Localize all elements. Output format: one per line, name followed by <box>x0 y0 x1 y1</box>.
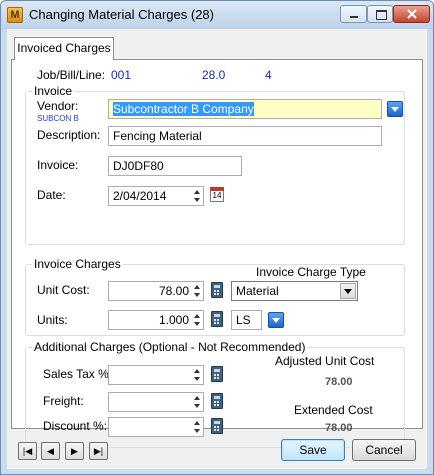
units-field[interactable]: 1.000 <box>108 310 204 330</box>
discount-calculator-icon[interactable] <box>211 418 223 434</box>
job-bill-line-label: Job/Bill/Line: <box>37 68 106 82</box>
units-label: Units: <box>37 313 68 327</box>
invoice-number-field[interactable]: DJ0DF80 <box>108 156 242 176</box>
extended-cost-value: 78.00 <box>325 422 353 434</box>
chevron-down-icon[interactable] <box>340 283 356 299</box>
date-value: 2/04/2014 <box>113 189 167 203</box>
sales-tax-spinner[interactable] <box>193 367 202 383</box>
vendor-value: Subcontractor B Company <box>113 102 254 116</box>
vendor-code: SUBCON B <box>37 114 79 123</box>
close-button[interactable] <box>393 5 430 23</box>
sales-tax-field[interactable] <box>108 365 204 385</box>
next-record-button[interactable]: ▶ <box>65 442 84 460</box>
invoice-charge-type-value: Material <box>236 284 279 298</box>
invoice-charge-type-label: Invoice Charge Type <box>256 265 366 279</box>
close-icon <box>407 9 417 19</box>
invoiced-charges-panel: Job/Bill/Line: 001 28.0 4 Invoice Vendor… <box>11 59 423 448</box>
freight-spinner[interactable] <box>193 394 202 410</box>
unit-cost-label: Unit Cost: <box>37 283 90 297</box>
unit-of-measure-field[interactable]: LS <box>231 310 262 330</box>
discount-spinner[interactable] <box>193 419 202 435</box>
adjusted-unit-cost-label: Adjusted Unit Cost <box>275 354 375 368</box>
vendor-label: Vendor: <box>37 99 79 113</box>
title-bar: M Changing Material Charges (28) <box>1 1 433 29</box>
invoice-charge-type-select[interactable]: Material <box>231 281 358 301</box>
vendor-field[interactable]: Subcontractor B Company <box>108 99 382 119</box>
bill-number: 28.0 <box>202 68 226 82</box>
discount-label: Discount %: <box>43 419 108 433</box>
description-label: Description: <box>37 128 101 142</box>
freight-field[interactable] <box>108 392 204 412</box>
minimize-button[interactable] <box>340 5 367 23</box>
dialog-body: Invoiced Charges Job/Bill/Line: 001 28.0… <box>7 29 427 469</box>
previous-record-button[interactable]: ◀ <box>41 442 60 460</box>
maximize-button[interactable] <box>367 5 393 23</box>
invoice-charges-group-title: Invoice Charges <box>32 257 123 271</box>
save-button[interactable]: Save <box>281 439 345 461</box>
units-calculator-icon[interactable] <box>211 311 223 327</box>
invoice-group-title: Invoice <box>32 84 75 98</box>
date-label: Date: <box>37 188 66 202</box>
invoice-label: Invoice: <box>37 158 79 172</box>
unit-cost-calculator-icon[interactable] <box>211 282 223 298</box>
unit-cost-value: 78.00 <box>158 284 189 298</box>
vendor-lookup-button[interactable] <box>387 101 403 117</box>
sales-tax-calculator-icon[interactable] <box>211 366 223 382</box>
app-icon: M <box>7 7 23 23</box>
description-field[interactable]: Fencing Material <box>108 126 382 146</box>
minimize-icon <box>350 16 358 18</box>
units-spinner[interactable] <box>193 312 202 328</box>
units-value: 1.000 <box>158 313 189 327</box>
changing-material-charges-window: M Changing Material Charges (28) Invoice… <box>0 0 434 475</box>
date-spinner[interactable] <box>193 188 202 204</box>
last-record-button[interactable]: ▶| <box>89 442 108 460</box>
sales-tax-label: Sales Tax % <box>43 367 109 381</box>
tab-invoiced-charges[interactable]: Invoiced Charges <box>14 37 114 60</box>
line-number: 4 <box>265 68 272 82</box>
freight-calculator-icon[interactable] <box>211 393 223 409</box>
unit-cost-field[interactable]: 78.00 <box>108 281 204 301</box>
unit-cost-spinner[interactable] <box>193 283 202 299</box>
extended-cost-label: Extended Cost <box>294 403 373 417</box>
adjusted-unit-cost-value: 78.00 <box>325 376 353 388</box>
save-label: Save <box>299 443 327 457</box>
calendar-icon[interactable]: 14 <box>210 187 224 202</box>
job-number: 001 <box>111 68 132 82</box>
unit-of-measure-lookup-button[interactable] <box>268 312 284 328</box>
date-field[interactable]: 2/04/2014 <box>108 186 204 206</box>
maximize-icon <box>376 10 387 20</box>
window-title: Changing Material Charges (28) <box>29 7 214 22</box>
first-record-button[interactable]: |◀ <box>18 442 37 460</box>
additional-charges-group-title: Additional Charges (Optional - Not Recom… <box>32 340 308 354</box>
discount-field[interactable] <box>108 417 204 437</box>
freight-label: Freight: <box>43 394 84 408</box>
cancel-button[interactable]: Cancel <box>352 439 416 461</box>
